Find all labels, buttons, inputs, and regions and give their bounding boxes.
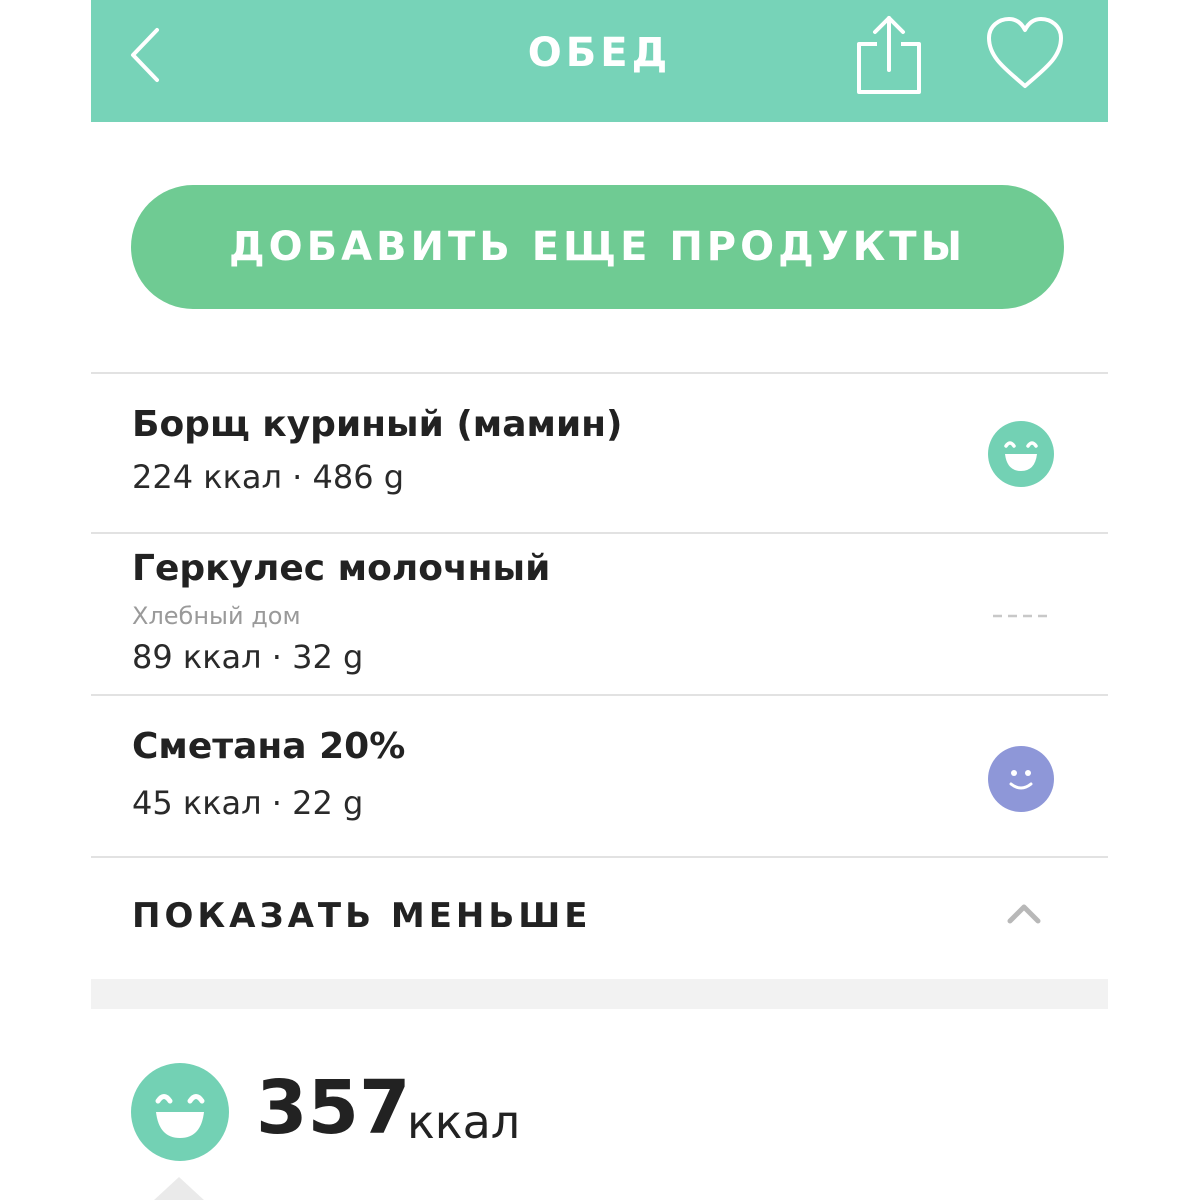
pointer-arrow [153, 1177, 205, 1200]
item-calories-weight: 89 ккал · 32 g [132, 638, 364, 676]
show-less-label: ПОКАЗАТЬ МЕНЬШЕ [132, 896, 592, 936]
list-item-oatmeal[interactable]: Геркулес молочный Хлебный дом 89 ккал · … [91, 534, 1108, 694]
screen: ОБЕД ДОБАВИТЬ ЕЩЕ ПРОДУКТЫ Борщ куриный … [91, 0, 1108, 1200]
small-smile-icon [988, 746, 1054, 812]
total-calories-unit: ккал [407, 1095, 521, 1149]
item-calories-weight: 45 ккал · 22 g [132, 784, 364, 822]
item-name: Борщ куриный (мамин) [132, 404, 623, 445]
item-name: Сметана 20% [132, 726, 406, 767]
share-icon [857, 16, 921, 94]
heart-icon [987, 17, 1063, 88]
top-bar: ОБЕД [91, 0, 1108, 122]
item-name: Геркулес молочный [132, 548, 551, 589]
list-item-sour-cream[interactable]: Сметана 20% 45 ккал · 22 g [91, 696, 1108, 856]
show-less-button[interactable]: ПОКАЗАТЬ МЕНЬШЕ [91, 858, 1108, 979]
total-card: 357 ккал [91, 1009, 1108, 1200]
meal-card: ДОБАВИТЬ ЕЩЕ ПРОДУКТЫ Борщ куриный (мами… [91, 122, 1108, 979]
add-more-products-button[interactable]: ДОБАВИТЬ ЕЩЕ ПРОДУКТЫ [131, 185, 1064, 309]
favorite-button[interactable] [985, 16, 1065, 92]
item-calories-weight: 224 ккал · 486 g [132, 458, 405, 496]
item-brand: Хлебный дом [132, 602, 301, 630]
page-title: ОБЕД [527, 30, 672, 76]
big-smile-icon [131, 1063, 229, 1161]
list-item-borscht[interactable]: Борщ куриный (мамин) 224 ккал · 486 g [91, 374, 1108, 532]
big-smile-icon [988, 421, 1054, 487]
chevron-up-icon [1007, 904, 1041, 924]
share-button[interactable] [853, 12, 925, 96]
total-calories-value: 357 [256, 1065, 411, 1151]
dashed-line-icon [993, 614, 1049, 618]
